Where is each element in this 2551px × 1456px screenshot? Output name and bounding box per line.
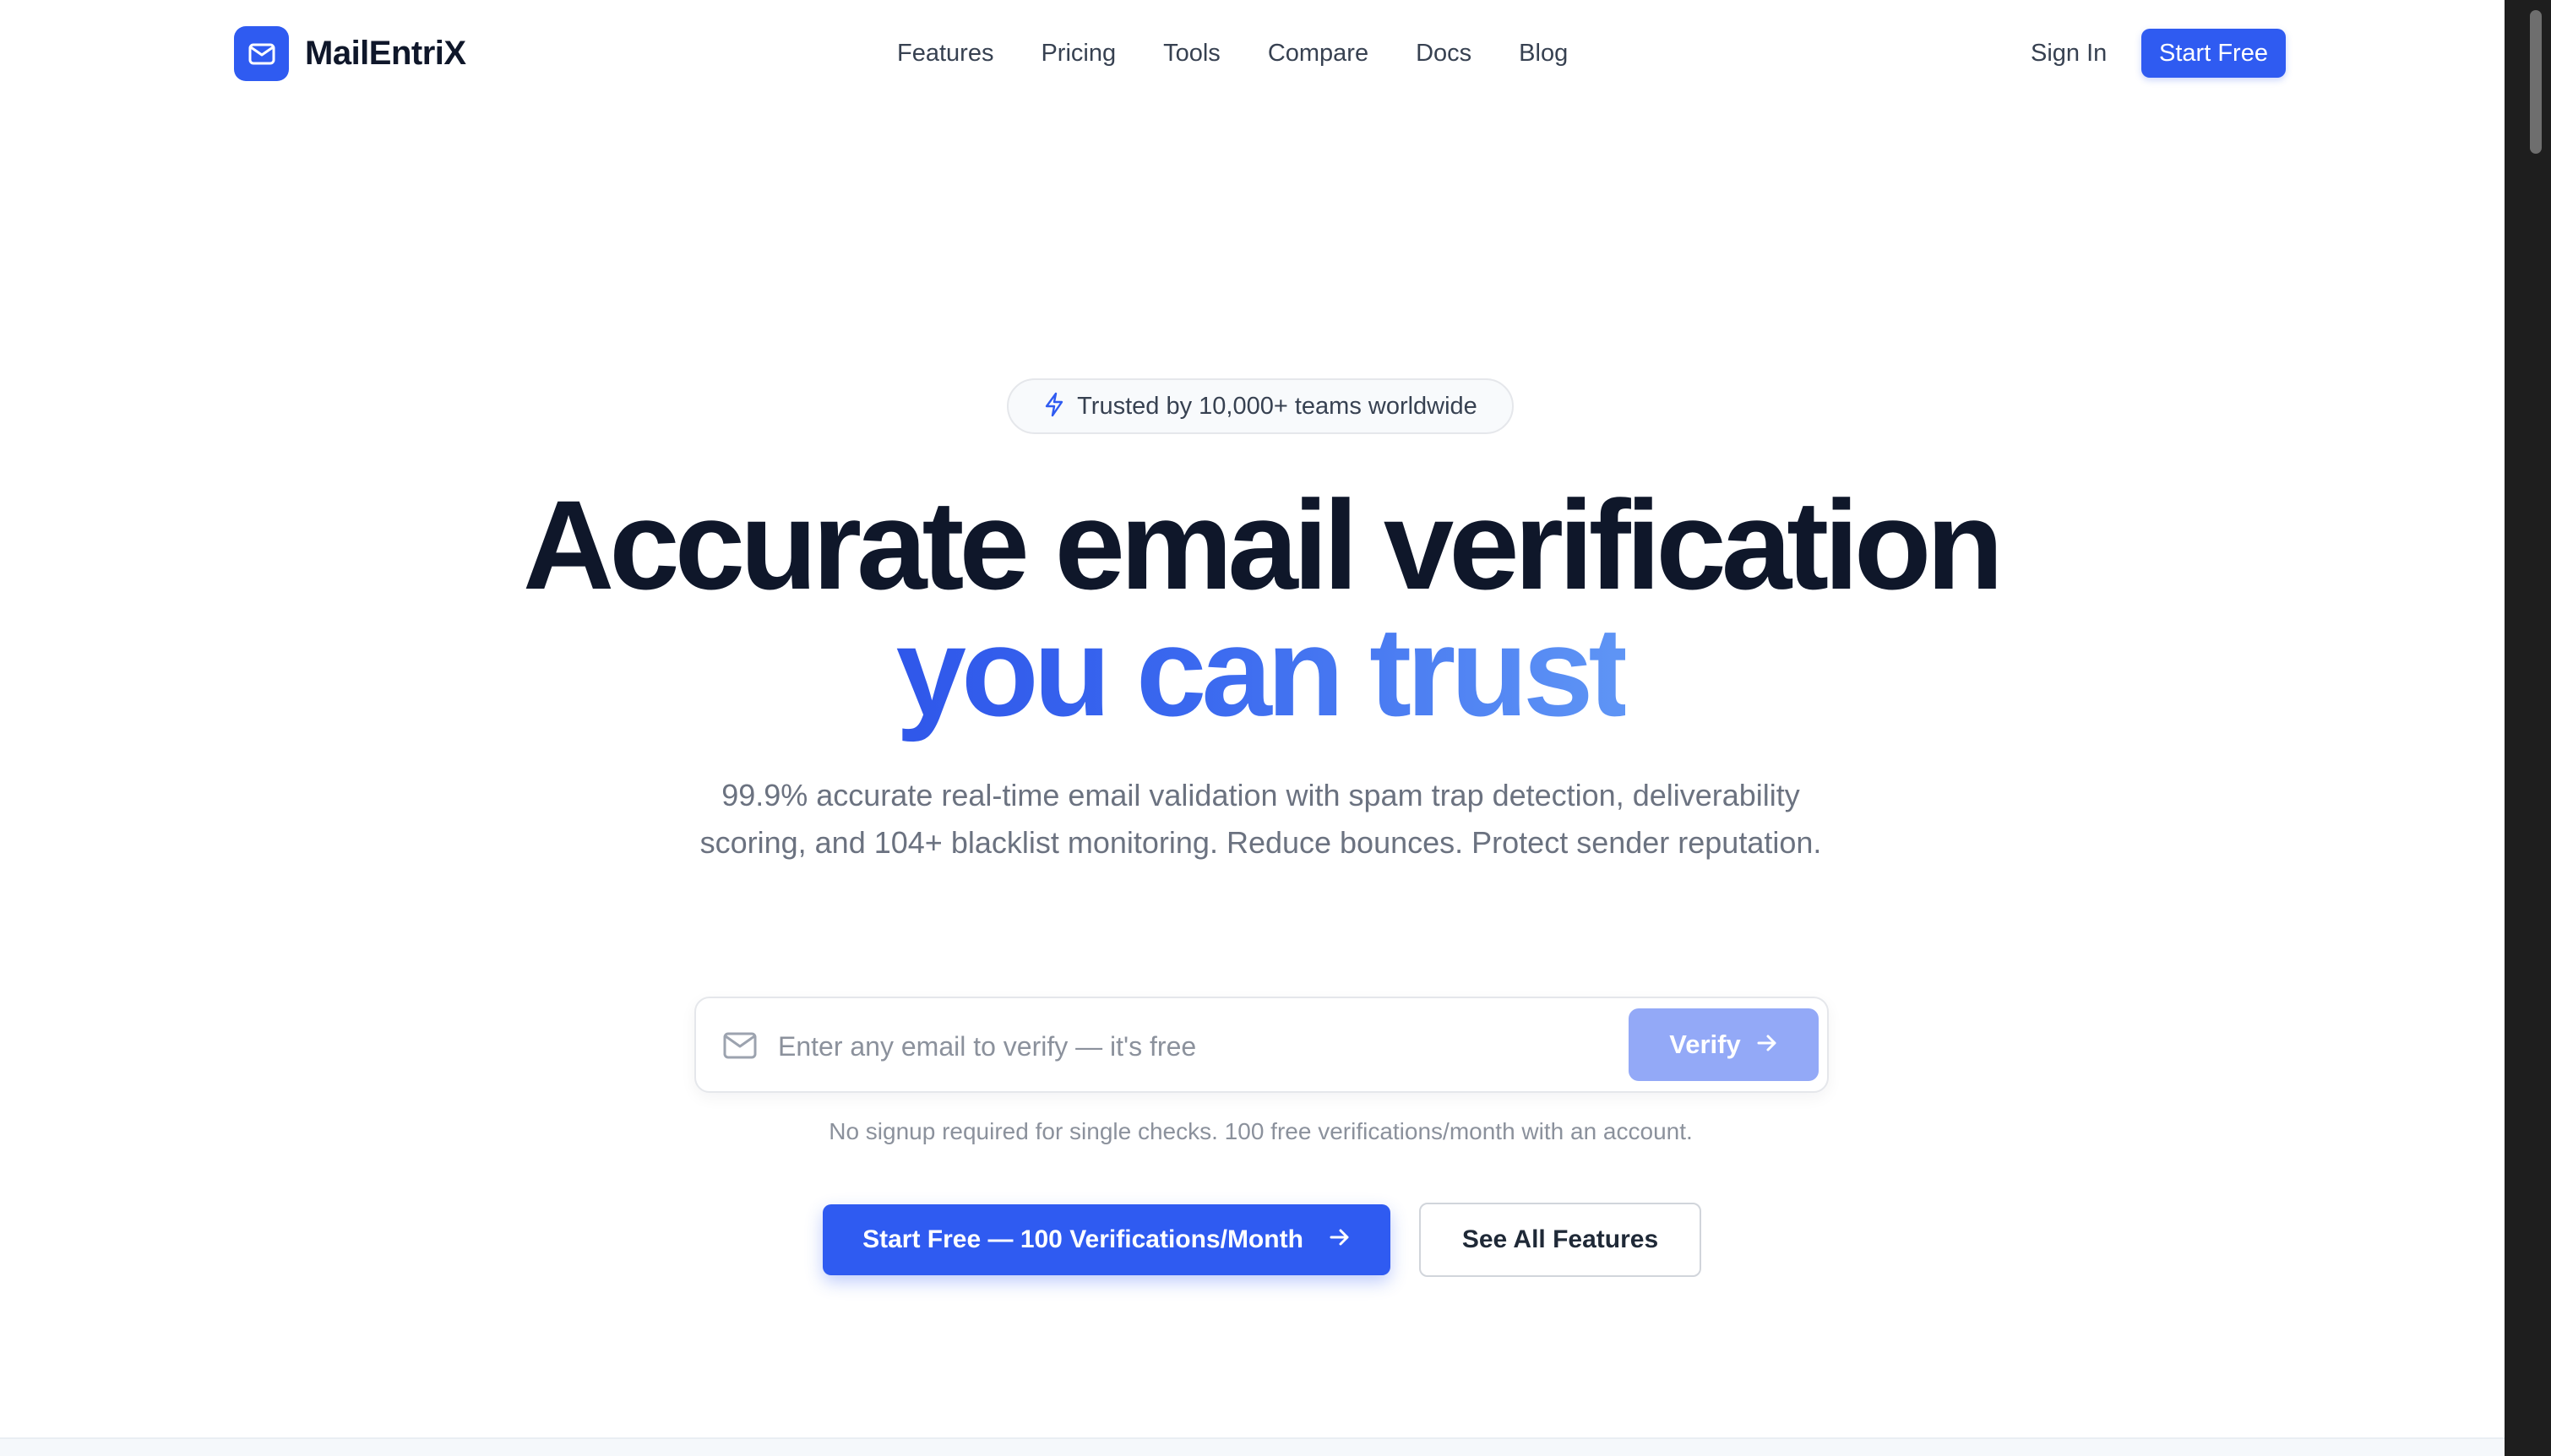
next-section-edge: [0, 1437, 2505, 1456]
arrow-right-icon: [1756, 1030, 1778, 1060]
brand-name: MailEntriX: [305, 35, 466, 72]
nav-link-tools[interactable]: Tools: [1163, 34, 1221, 73]
hero-subtitle: 99.9% accurate real-time email validatio…: [699, 778, 1822, 860]
helper-text: No signup required for single checks. 10…: [829, 1118, 1693, 1144]
cta-primary-label: Start Free — 100 Verifications/Month: [862, 1225, 1303, 1253]
headline-gradient-text: you can trust: [895, 600, 1631, 742]
page: MailEntriX Features Pricing Tools Compar…: [0, 0, 2505, 1456]
sign-in-link[interactable]: Sign In: [2031, 34, 2107, 73]
mail-icon: [234, 26, 289, 81]
start-free-button[interactable]: Start Free: [2141, 29, 2286, 78]
top-navbar: MailEntriX Features Pricing Tools Compar…: [0, 0, 2505, 108]
scrollbar[interactable]: [2505, 0, 2551, 1456]
trust-badge: Trusted by 10,000+ teams worldwide: [1007, 378, 1514, 434]
verify-form: Verify: [694, 997, 1829, 1093]
nav-link-compare[interactable]: Compare: [1268, 34, 1368, 73]
nav-link-pricing[interactable]: Pricing: [1041, 34, 1116, 73]
see-all-features-button[interactable]: See All Features: [1419, 1203, 1701, 1277]
nav-link-docs[interactable]: Docs: [1416, 34, 1471, 73]
email-verify-input[interactable]: [776, 1017, 1591, 1076]
verify-button-label: Verify: [1669, 1030, 1741, 1059]
nav-link-blog[interactable]: Blog: [1519, 34, 1568, 73]
nav-link-features[interactable]: Features: [897, 34, 993, 73]
hero-headline: Accurate email verification: [522, 474, 2004, 616]
start-free-cta-button[interactable]: Start Free — 100 Verifications/Month: [823, 1204, 1390, 1275]
verify-button[interactable]: Verify: [1629, 1008, 1819, 1081]
envelope-icon: [723, 1032, 757, 1063]
scrollbar-thumb[interactable]: [2530, 10, 2542, 154]
nav-links: Features Pricing Tools Compare Docs Blog: [897, 34, 1615, 73]
hero-headline-highlight: you can trust: [0, 608, 2505, 735]
trust-badge-text: Trusted by 10,000+ teams worldwide: [1077, 392, 1477, 420]
arrow-right-icon: [1329, 1225, 1351, 1254]
logo-link[interactable]: MailEntriX: [234, 26, 466, 81]
lightning-icon: [1043, 392, 1065, 421]
